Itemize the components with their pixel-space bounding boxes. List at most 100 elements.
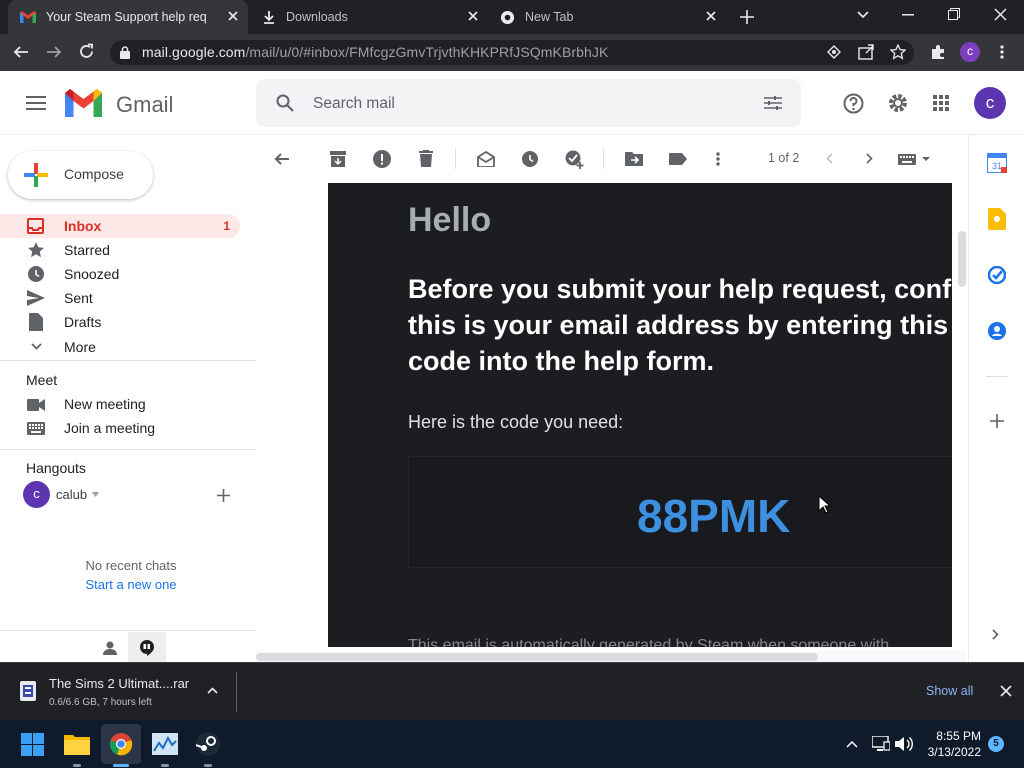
steam-icon[interactable] [196, 732, 220, 756]
extensions-icon[interactable] [930, 44, 946, 60]
show-hidden-icons-icon[interactable] [846, 740, 858, 748]
new-tab-button[interactable] [739, 9, 755, 25]
tab-new-tab[interactable]: New Tab [488, 0, 726, 34]
share-icon[interactable] [858, 44, 874, 60]
tab-search-icon[interactable] [856, 10, 870, 20]
url-text[interactable]: mail.google.com/mail/u/0/#inbox/FMfcgzGm… [142, 44, 608, 60]
profile-avatar[interactable]: c [960, 42, 980, 62]
expand-panel-icon[interactable] [992, 629, 999, 640]
toolbar-divider [455, 148, 456, 169]
settings-gear-icon[interactable] [887, 92, 909, 114]
close-window-button[interactable] [994, 8, 1007, 21]
apps-grid-icon[interactable] [933, 95, 949, 111]
email-intro-line: code into the help form. [408, 346, 715, 376]
start-chat-link[interactable]: Start a new one [0, 577, 262, 592]
vertical-scrollbar-thumb[interactable] [958, 231, 966, 287]
keep-icon[interactable] [988, 208, 1006, 230]
sidebar-item-snoozed[interactable]: Snoozed [0, 262, 240, 286]
older-chevron-icon[interactable] [866, 153, 873, 164]
report-spam-icon[interactable] [373, 150, 391, 168]
restore-button[interactable] [948, 8, 960, 20]
hangouts-tab-icon[interactable] [128, 632, 166, 662]
sidebar-item-label: Inbox [64, 218, 102, 234]
volume-icon[interactable] [895, 736, 913, 752]
chevron-up-icon[interactable] [207, 687, 218, 694]
taskbar: 8:55 PM 3/13/2022 5 [0, 720, 1024, 768]
tasks-icon[interactable] [988, 266, 1006, 284]
search-icon[interactable] [276, 94, 294, 112]
close-tab-icon[interactable] [226, 9, 240, 23]
contacts-tab-icon[interactable] [103, 641, 117, 655]
delete-icon[interactable] [419, 150, 433, 167]
sidebar-item-drafts[interactable]: Drafts [0, 310, 240, 334]
hangouts-user[interactable]: c calub [23, 481, 183, 509]
sidebar-item-more[interactable]: More [0, 335, 240, 359]
side-panel-divider [986, 376, 1008, 377]
taskbar-running-indicator [73, 764, 81, 767]
account-avatar[interactable]: c [974, 87, 1006, 119]
tab-gmail[interactable]: Your Steam Support help request [8, 0, 248, 34]
clock-time[interactable]: 8:55 PM [929, 729, 981, 743]
newer-chevron-icon[interactable] [826, 153, 833, 164]
email-greeting: Hello [408, 201, 492, 239]
join-meeting-item[interactable]: Join a meeting [0, 417, 240, 441]
back-icon[interactable] [13, 44, 29, 60]
tab-downloads[interactable]: Downloads [250, 0, 488, 34]
mark-unread-icon[interactable] [477, 151, 495, 167]
hangouts-avatar: c [23, 481, 50, 508]
code-box: 88PMK [408, 456, 952, 568]
draft-icon [29, 313, 43, 331]
network-icon[interactable] [872, 736, 890, 752]
snooze-icon[interactable] [522, 151, 538, 167]
windows-start-icon[interactable] [21, 733, 44, 756]
forward-icon[interactable] [46, 44, 62, 60]
add-to-tasks-icon[interactable] [565, 150, 584, 169]
get-addons-icon[interactable] [990, 414, 1004, 428]
bookmark-star-icon[interactable] [890, 44, 906, 60]
reload-icon[interactable] [78, 43, 95, 60]
meet-heading: Meet [26, 372, 58, 388]
sidebar-item-inbox[interactable]: Inbox 1 [0, 214, 240, 238]
back-to-inbox-icon[interactable] [274, 151, 290, 167]
close-tab-icon[interactable] [704, 9, 718, 23]
help-icon[interactable] [843, 93, 864, 114]
verification-code[interactable]: 88PMK [637, 489, 790, 543]
clock-date[interactable]: 3/13/2022 [920, 745, 981, 759]
download-status: 0.6/6.6 GB, 7 hours left [49, 697, 152, 708]
file-explorer-icon[interactable] [64, 733, 90, 755]
browser-menu-icon[interactable] [1000, 45, 1004, 59]
label-icon[interactable] [669, 153, 687, 165]
input-tools-icon[interactable] [898, 154, 932, 165]
url-host: mail.google.com [142, 44, 246, 60]
inbox-icon [27, 218, 44, 234]
show-all-button[interactable]: Show all [926, 684, 973, 698]
search-options-icon[interactable] [764, 95, 782, 111]
sidebar-item-sent[interactable]: Sent [0, 286, 240, 310]
compose-button[interactable]: Compose [8, 151, 153, 199]
horizontal-scrollbar-thumb[interactable] [256, 653, 818, 661]
main-menu-icon[interactable] [26, 96, 46, 110]
contacts-icon[interactable] [988, 322, 1006, 340]
notification-badge[interactable]: 5 [988, 736, 1004, 752]
task-manager-icon[interactable] [152, 733, 178, 755]
sidebar-item-label: Snoozed [64, 266, 120, 282]
tab-title: Downloads [286, 10, 348, 24]
search-input[interactable]: Search mail [313, 95, 395, 113]
email-intro-line: Before you submit your help request, con… [408, 274, 952, 304]
tracking-icon[interactable] [827, 45, 841, 59]
add-contact-icon[interactable] [217, 489, 230, 502]
calendar-icon[interactable]: 31 [987, 153, 1007, 173]
download-item[interactable]: The Sims 2 Ultimat....rar 0.6/6.6 GB, 7 … [0, 663, 236, 720]
close-download-bar-icon[interactable] [1000, 685, 1012, 697]
lock-icon[interactable] [120, 46, 130, 59]
archive-icon[interactable] [330, 151, 346, 167]
more-options-icon[interactable] [716, 152, 720, 166]
new-meeting-item[interactable]: New meeting [0, 393, 240, 417]
sidebar-item-starred[interactable]: Starred [0, 238, 240, 262]
chrome-taskbar-button[interactable] [101, 724, 141, 764]
hangouts-username: calub [56, 487, 88, 502]
minimize-button[interactable] [902, 14, 914, 16]
close-tab-icon[interactable] [466, 9, 480, 23]
move-to-icon[interactable] [625, 152, 643, 166]
gmail-logo-icon[interactable] [65, 89, 102, 117]
